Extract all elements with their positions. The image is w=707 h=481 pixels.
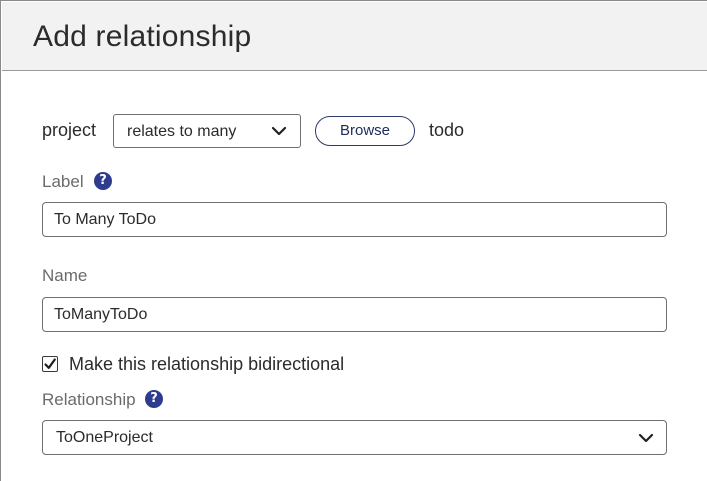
dialog-title: Add relationship	[33, 20, 252, 53]
label-help-icon[interactable]: ?	[94, 172, 112, 190]
checkmark-icon	[44, 358, 56, 369]
relationship-field-label: Relationship	[42, 390, 136, 409]
relationship-type-value: relates to many	[127, 123, 237, 140]
inverse-relationship-select[interactable]: ToOneProject	[42, 420, 667, 455]
relationship-help-icon[interactable]: ?	[145, 390, 163, 408]
inverse-relationship-value: ToOneProject	[56, 429, 153, 446]
dialog-header: Add relationship	[2, 2, 707, 71]
relationship-type-select[interactable]: relates to many	[113, 114, 301, 148]
chevron-down-icon	[271, 126, 287, 136]
relationship-definition-row: project relates to many Browse todo	[42, 114, 682, 148]
add-relationship-dialog: Add relationship project relates to many…	[0, 0, 707, 481]
name-field-label: Name	[42, 266, 88, 285]
chevron-down-icon	[638, 433, 654, 443]
bidirectional-checkbox[interactable]	[42, 356, 58, 372]
target-entity-name: todo	[429, 120, 465, 140]
source-entity-name: project	[42, 120, 97, 140]
label-field-label: Label	[42, 172, 84, 191]
browse-button[interactable]: Browse	[315, 116, 415, 146]
bidirectional-checkbox-label[interactable]: Make this relationship bidirectional	[69, 354, 344, 375]
name-input[interactable]	[42, 297, 667, 332]
label-input[interactable]	[42, 202, 667, 237]
